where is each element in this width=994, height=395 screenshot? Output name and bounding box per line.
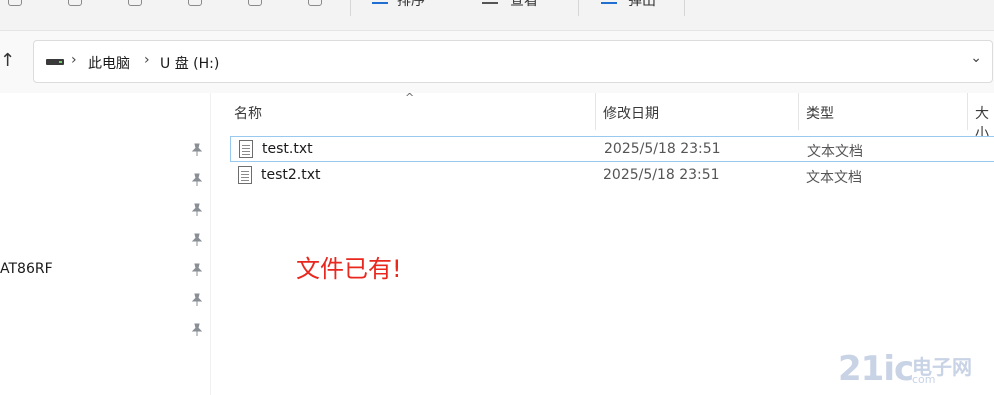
up-arrow-icon[interactable]: ↑ — [0, 50, 15, 71]
column-divider[interactable] — [967, 93, 968, 130]
pin-icon[interactable] — [190, 233, 204, 247]
text-file-icon — [239, 140, 253, 158]
file-name[interactable]: test.txt — [262, 141, 313, 157]
column-header-date[interactable]: 修改日期 — [603, 103, 659, 123]
drive-icon — [46, 59, 64, 65]
file-name[interactable]: test2.txt — [261, 167, 321, 183]
cut-icon[interactable] — [8, 0, 22, 6]
breadcrumb-this-pc[interactable]: 此电脑 — [88, 53, 130, 73]
column-header-name[interactable]: 名称 — [234, 103, 262, 123]
nav-item-at86rf[interactable]: AT86RF — [0, 261, 53, 277]
pin-icon[interactable] — [190, 293, 204, 307]
eject-button[interactable]: 弹出 — [628, 0, 656, 10]
pin-icon[interactable] — [190, 263, 204, 277]
column-header-row: ^ 名称 修改日期 类型 大小 — [211, 91, 994, 142]
pin-icon[interactable] — [190, 203, 204, 217]
column-divider[interactable] — [595, 93, 596, 130]
chevron-right-icon[interactable]: › — [144, 52, 150, 68]
toolbar-divider — [350, 0, 351, 16]
pin-icon[interactable] — [190, 323, 204, 337]
watermark-domain: com — [912, 373, 936, 386]
chevron-down-icon[interactable]: ⌄ — [970, 50, 982, 66]
delete-icon[interactable] — [308, 0, 322, 6]
pin-icon[interactable] — [190, 173, 204, 187]
address-bar[interactable]: › 此电脑 › U 盘 (H:) ⌄ — [33, 40, 993, 83]
file-row[interactable]: test2.txt 2025/5/18 23:51 文本文档 — [230, 163, 994, 189]
rename-icon[interactable] — [188, 0, 202, 6]
command-bar: 排序 查看 弹出 — [0, 0, 994, 31]
watermark-brand: 21ic — [838, 349, 914, 389]
sort-ascending-icon: ^ — [405, 91, 415, 104]
text-file-icon — [238, 166, 252, 184]
sort-button[interactable]: 排序 — [397, 0, 425, 10]
file-type: 文本文档 — [807, 144, 863, 160]
navigation-pane: AT86RF — [0, 93, 211, 395]
annotation-text: 文件已有! — [296, 255, 402, 283]
copy-icon[interactable] — [68, 0, 82, 6]
view-icon[interactable] — [482, 2, 498, 4]
pin-icon[interactable] — [190, 143, 204, 157]
file-modified-date: 2025/5/18 23:51 — [604, 141, 721, 157]
paste-icon[interactable] — [128, 0, 142, 6]
watermark-logo: 21ic 电子网 com — [838, 349, 990, 389]
share-icon[interactable] — [248, 0, 262, 6]
column-divider[interactable] — [798, 93, 799, 130]
file-type: 文本文档 — [806, 170, 862, 186]
breadcrumb-usb-drive[interactable]: U 盘 (H:) — [160, 53, 219, 73]
chevron-right-icon[interactable]: › — [71, 52, 77, 68]
sort-icon[interactable] — [372, 2, 388, 4]
column-header-type[interactable]: 类型 — [806, 103, 834, 123]
view-button[interactable]: 查看 — [510, 0, 538, 10]
toolbar-divider — [684, 0, 685, 16]
file-row[interactable]: test.txt 2025/5/18 23:51 文本文档 — [230, 136, 994, 162]
eject-icon[interactable] — [601, 2, 617, 4]
file-modified-date: 2025/5/18 23:51 — [603, 167, 720, 183]
toolbar-divider — [578, 0, 579, 16]
